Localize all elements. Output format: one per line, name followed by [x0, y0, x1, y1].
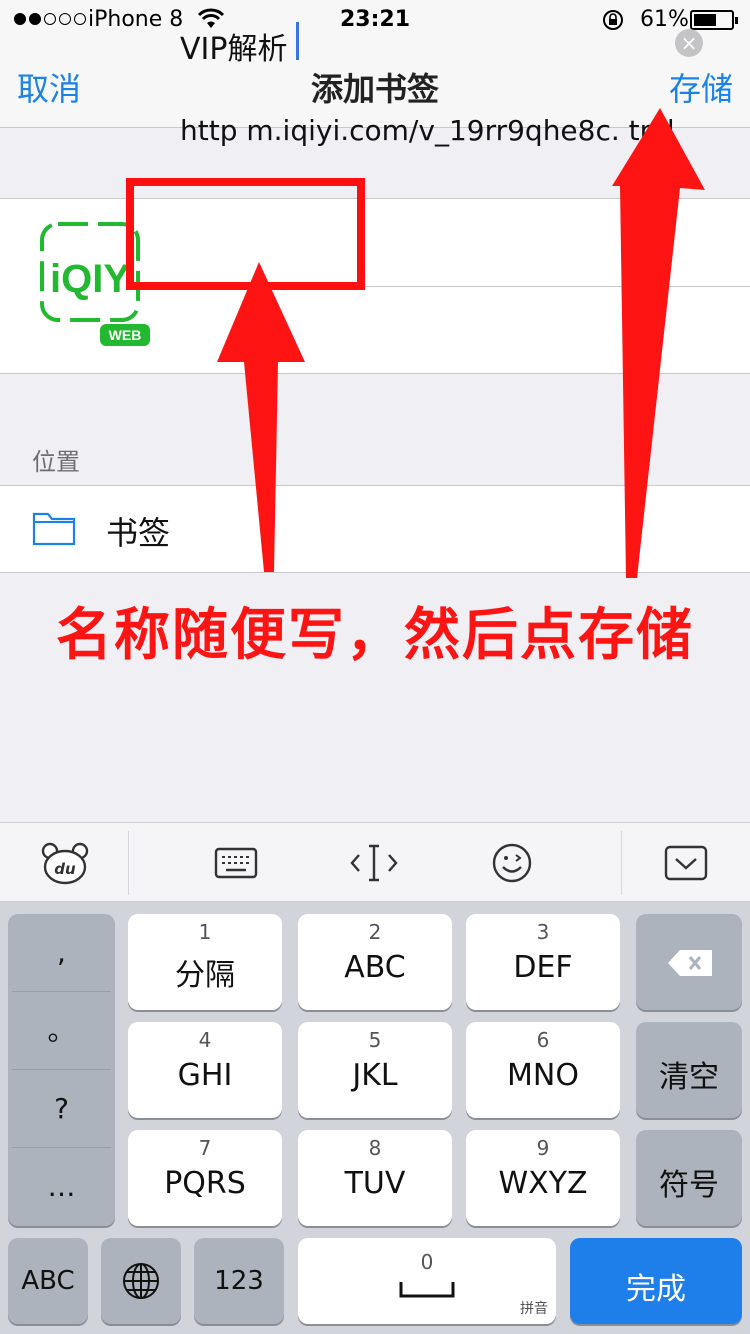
- keyboard-icon[interactable]: [196, 823, 276, 903]
- punctuation-column[interactable]: , 。 ? …: [8, 914, 115, 1226]
- key-3-def[interactable]: 3 DEF: [466, 914, 620, 1010]
- location-section-header: 位置: [32, 448, 80, 476]
- svg-text:WEB: WEB: [109, 327, 142, 343]
- key-2-abc[interactable]: 2 ABC: [298, 914, 452, 1010]
- battery-icon: [690, 10, 738, 30]
- keyboard: , 。 ? … 1 分隔 2 ABC 3 DEF 4 GHI 5 JKL 6 M…: [0, 902, 750, 1334]
- annotation-text: 名称随便写，然后点存储: [56, 603, 694, 668]
- number-switch-button[interactable]: 123: [194, 1238, 284, 1324]
- punct-key-ellipsis[interactable]: …: [12, 1148, 111, 1226]
- clock: 23:21: [339, 7, 411, 32]
- space-icon: [399, 1282, 455, 1298]
- globe-icon: [123, 1263, 159, 1299]
- baidu-input-icon[interactable]: du: [20, 823, 110, 903]
- abc-switch-button[interactable]: ABC: [8, 1238, 88, 1324]
- folder-label: 书签: [106, 514, 171, 552]
- highlight-box: [126, 178, 365, 290]
- bookmark-url-field[interactable]: http m.iqiyi.com/v_19rr9qhe8c. tml: [180, 114, 675, 147]
- key-9-wxyz[interactable]: 9 WXYZ: [466, 1130, 620, 1226]
- page-title: 添加书签: [310, 70, 439, 108]
- space-bar[interactable]: 0 拼音: [298, 1238, 556, 1324]
- folder-icon: [32, 512, 76, 546]
- hide-keyboard-icon[interactable]: [646, 823, 726, 903]
- battery-percent: 61%: [640, 7, 689, 32]
- emoji-icon[interactable]: [472, 823, 552, 903]
- bookmark-name-field[interactable]: VIP解析: [180, 24, 287, 68]
- clear-button[interactable]: 清空: [636, 1022, 742, 1118]
- key-1-separator[interactable]: 1 分隔: [128, 914, 282, 1010]
- punct-key-period[interactable]: 。: [12, 992, 111, 1070]
- key-7-pqrs[interactable]: 7 PQRS: [128, 1130, 282, 1226]
- status-bar: iPhone 8 23:21 61%: [0, 0, 750, 40]
- rotation-lock-icon: [603, 10, 623, 30]
- clear-text-button[interactable]: ×: [675, 29, 703, 57]
- svg-text:du: du: [54, 860, 76, 878]
- punct-key-question[interactable]: ?: [12, 1070, 111, 1148]
- done-button[interactable]: 完成: [570, 1238, 742, 1324]
- backspace-icon: [668, 950, 712, 976]
- backspace-button[interactable]: [636, 914, 742, 1010]
- pinyin-hint: 拼音: [520, 1301, 548, 1317]
- text-caret: [296, 22, 299, 60]
- save-button[interactable]: 存储: [669, 64, 733, 110]
- cursor-move-icon[interactable]: [334, 823, 414, 903]
- key-5-jkl[interactable]: 5 JKL: [298, 1022, 452, 1118]
- punct-key-comma[interactable]: ,: [12, 914, 111, 992]
- keyboard-toolbar: du: [0, 822, 750, 902]
- key-6-mno[interactable]: 6 MNO: [466, 1022, 620, 1118]
- globe-button[interactable]: [101, 1238, 181, 1324]
- svg-text:iQIY: iQIY: [50, 257, 130, 301]
- symbol-button[interactable]: 符号: [636, 1130, 742, 1226]
- key-8-tuv[interactable]: 8 TUV: [298, 1130, 452, 1226]
- key-4-ghi[interactable]: 4 GHI: [128, 1022, 282, 1118]
